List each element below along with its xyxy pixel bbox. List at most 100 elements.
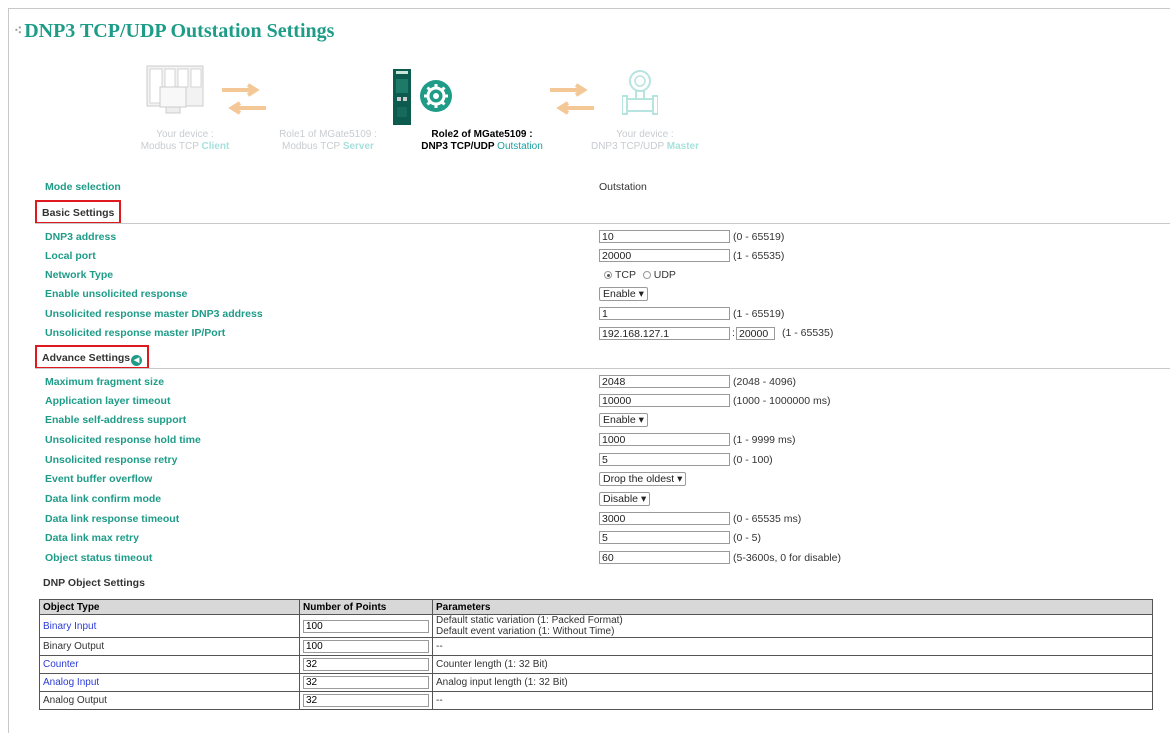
unsol-master-ip-row: Unsolicited response master IP/Port : (1…	[0, 324, 1170, 343]
role1-gate-label: Role1 of MGate5109 : Modbus TCP Server	[279, 129, 377, 152]
col-parameters: Parameters	[432, 599, 1153, 615]
page-title: ⁖ DNP3 TCP/UDP Outstation Settings	[14, 20, 335, 42]
udp-label: UDP	[653, 269, 676, 281]
unsol-retry-input[interactable]	[599, 453, 730, 466]
table-header-row: Object Type Number of Points Parameters	[39, 599, 1153, 615]
mode-label: Mode selection	[45, 181, 121, 193]
chevron-down-icon: ▾	[640, 493, 647, 505]
flowmeter-icon	[622, 70, 658, 115]
self-address-select[interactable]: Enable ▾	[599, 413, 648, 427]
tcp-label: TCP	[615, 269, 636, 281]
obj-status-label: Object status timeout	[45, 552, 153, 564]
object-type-binary-input[interactable]: Binary Input	[39, 614, 300, 638]
table-row: Binary Input Default static variation (1…	[39, 614, 1153, 638]
param-line: Default static variation (1: Packed Form…	[436, 615, 623, 626]
mgate-device-icon	[393, 69, 411, 125]
network-type-row: Network Type TCP UDP	[0, 266, 1170, 285]
tcp-radio[interactable]	[604, 271, 612, 279]
dl-confirm-label: Data link confirm mode	[45, 493, 162, 505]
mode-value: Outstation	[599, 181, 647, 193]
dl-retry-label: Data link max retry	[45, 532, 139, 544]
app-timeout-input[interactable]	[599, 394, 730, 407]
gear-icon	[420, 80, 452, 112]
chevron-down-icon: ▾	[677, 473, 683, 485]
unsol-retry-row: Unsolicited response retry (0 - 100)	[0, 451, 1170, 470]
points-cell	[299, 614, 433, 638]
dnp-object-table: Object Type Number of Points Parameters …	[39, 599, 1153, 710]
dnp3-address-range: (0 - 65519)	[733, 231, 785, 243]
unsol-hold-input[interactable]	[599, 433, 730, 446]
unsol-master-port-input[interactable]	[736, 327, 775, 340]
unsol-retry-range: (0 - 100)	[733, 454, 773, 466]
dl-timeout-input[interactable]	[599, 512, 730, 525]
self-address-row: Enable self-address support Enable ▾	[0, 411, 1170, 430]
role1-device-label: Your device : Modbus TCP Client	[140, 129, 230, 152]
points-input[interactable]	[303, 619, 429, 633]
local-port-row: Local port (1 - 65535)	[0, 247, 1170, 266]
dl-retry-range: (0 - 5)	[733, 532, 762, 544]
unsol-retry-label: Unsolicited response retry	[45, 454, 178, 466]
title-bullet-icon: ⁖	[14, 24, 23, 39]
dl-retry-input[interactable]	[599, 531, 730, 544]
max-fragment-label: Maximum fragment size	[45, 376, 165, 388]
chevron-down-icon: ▾	[638, 288, 644, 300]
dnp-object-settings-title: DNP Object Settings	[43, 577, 145, 589]
table-row: Binary Output --	[39, 637, 1153, 656]
object-type-binary-output: Binary Output	[39, 637, 300, 656]
unsol-master-ip-label: Unsolicited response master IP/Port	[45, 327, 226, 339]
event-overflow-label: Event buffer overflow	[45, 473, 153, 485]
network-type-label: Network Type	[45, 269, 114, 281]
dnp3-address-input[interactable]	[599, 230, 730, 243]
unsol-hold-row: Unsolicited response hold time (1 - 9999…	[0, 431, 1170, 450]
udp-radio[interactable]	[642, 271, 651, 279]
local-port-range: (1 - 65535)	[733, 250, 785, 262]
role2-device-label: Your device : DNP3 TCP/UDP Master	[590, 129, 699, 152]
local-port-label: Local port	[45, 250, 96, 262]
parameters-cell: --	[432, 691, 1153, 710]
dl-confirm-select[interactable]: Disable ▾	[599, 492, 651, 506]
points-cell	[299, 691, 433, 710]
role2-gate-label: Role2 of MGate5109 : DNP3 TCP/UDP Outsta…	[421, 129, 543, 152]
app-timeout-row: Application layer timeout (1000 - 100000…	[0, 392, 1170, 411]
unsol-enable-label: Enable unsolicited response	[45, 288, 188, 300]
table-row: Analog Output --	[39, 691, 1153, 710]
obj-status-input[interactable]	[599, 551, 730, 564]
points-input[interactable]	[303, 676, 429, 689]
advance-settings-header[interactable]: Advance Settings ◀	[35, 345, 150, 369]
collapse-arrow-icon[interactable]: ◀	[131, 355, 143, 366]
chevron-down-icon: ▾	[638, 414, 644, 426]
ip-port-separator: :	[732, 327, 735, 339]
dl-timeout-label: Data link response timeout	[45, 513, 180, 525]
max-fragment-input[interactable]	[599, 375, 730, 388]
unsol-master-ip-input[interactable]	[599, 327, 730, 340]
basic-settings-divider	[35, 223, 1170, 224]
object-type-counter[interactable]: Counter	[39, 655, 300, 674]
self-address-label: Enable self-address support	[45, 414, 187, 426]
unsol-master-addr-range: (1 - 65519)	[733, 308, 785, 320]
points-input[interactable]	[303, 658, 429, 671]
col-object-type: Object Type	[39, 599, 300, 615]
unsol-master-addr-input[interactable]	[599, 307, 730, 320]
unsol-master-addr-row: Unsolicited response master DNP3 address…	[0, 305, 1170, 324]
basic-settings-header: Basic Settings	[35, 200, 122, 224]
event-overflow-row: Event buffer overflow Drop the oldest ▾	[0, 470, 1170, 489]
object-type-analog-input[interactable]: Analog Input	[39, 673, 300, 692]
swap-arrows-icon-2	[550, 83, 594, 115]
app-timeout-label: Application layer timeout	[45, 395, 171, 407]
unsol-hold-range: (1 - 9999 ms)	[733, 434, 796, 446]
col-number-of-points: Number of Points	[299, 599, 433, 615]
unsol-master-port-range: (1 - 65535)	[782, 327, 834, 339]
max-fragment-range: (2048 - 4096)	[733, 376, 797, 388]
dnp3-address-label: DNP3 address	[45, 231, 117, 243]
table-row: Analog Input Analog input length (1: 32 …	[39, 673, 1153, 692]
dl-retry-row: Data link max retry (0 - 5)	[0, 529, 1170, 548]
dnp3-address-row: DNP3 address (0 - 65519)	[0, 228, 1170, 247]
unsol-enable-select[interactable]: Enable ▾	[599, 287, 648, 301]
points-cell	[299, 655, 433, 674]
max-fragment-row: Maximum fragment size (2048 - 4096)	[0, 373, 1170, 392]
points-input[interactable]	[303, 640, 429, 653]
event-overflow-select[interactable]: Drop the oldest ▾	[599, 472, 687, 486]
local-port-input[interactable]	[599, 249, 730, 262]
points-input[interactable]	[303, 694, 429, 707]
points-cell	[299, 673, 433, 692]
